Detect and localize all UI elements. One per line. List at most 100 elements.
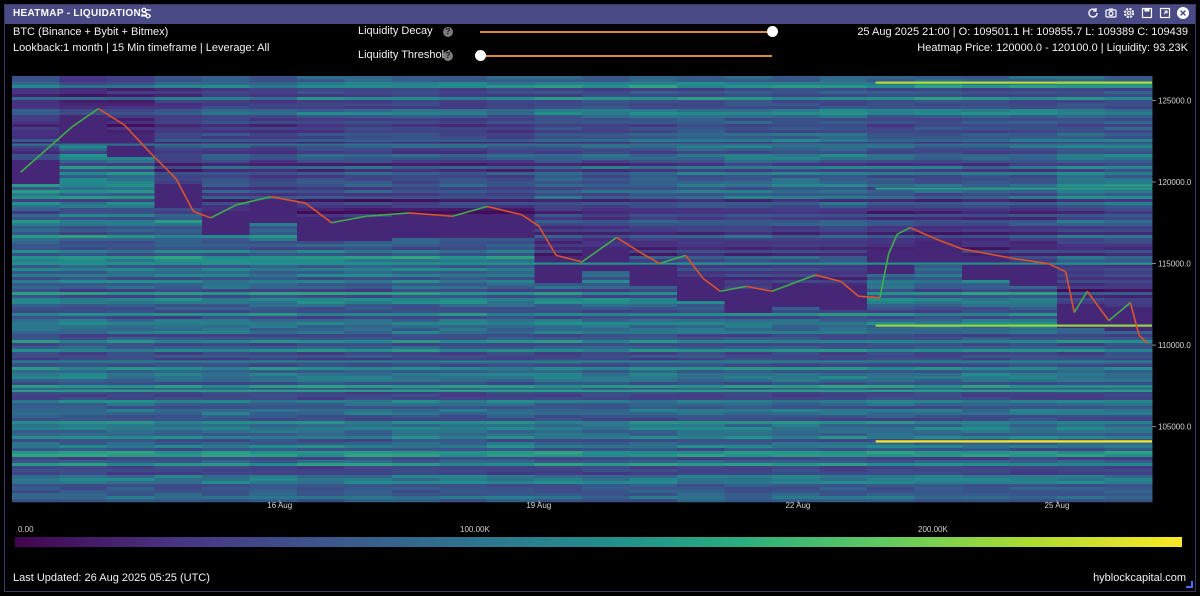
heat-cell: [677, 265, 725, 269]
heat-cell: [962, 463, 1010, 467]
heat-cell: [582, 181, 630, 185]
heat-cell: [914, 457, 963, 461]
heat-cell: [582, 130, 630, 134]
heat-cell: [392, 130, 440, 134]
heat-cell: [297, 325, 345, 329]
heat-cell: [154, 160, 203, 164]
heat-cell: [772, 151, 820, 155]
heat-cell: [914, 418, 963, 422]
heat-cell: [1009, 400, 1058, 404]
heat-cell: [629, 478, 678, 482]
heat-cell: [772, 334, 820, 338]
heat-cell: [582, 274, 630, 278]
heat-cell: [724, 97, 773, 101]
heat-cell: [724, 130, 773, 134]
heat-cell: [962, 97, 1010, 101]
heat-cell: [962, 211, 1010, 215]
heat-cell: [772, 97, 820, 101]
heat-cell: [59, 274, 108, 278]
heat-cell: [772, 118, 820, 122]
heat-cell: [297, 76, 345, 80]
heat-cell: [202, 223, 250, 227]
heat-cell: [344, 112, 393, 116]
heat-cell: [487, 91, 535, 95]
heat-cell: [914, 469, 963, 473]
resize-handle[interactable]: [1186, 581, 1193, 588]
heat-cell: [534, 409, 583, 413]
heat-cell: [487, 304, 535, 308]
heat-cell: [724, 139, 773, 143]
heat-cell: [1057, 229, 1105, 233]
heat-cell: [1057, 253, 1105, 257]
heat-cell: [107, 151, 155, 155]
heat-cell: [962, 160, 1010, 164]
heat-cell: [202, 259, 250, 263]
brand-link[interactable]: hyblockcapital.com: [1093, 572, 1186, 584]
heat-cell: [1057, 412, 1105, 416]
heat-cell: [344, 439, 393, 443]
heat-cell: [867, 127, 915, 131]
heat-cell: [12, 112, 60, 116]
liquidation-heatmap-chart[interactable]: 125000.0120000.0115000.0110000.0105000.0…: [0, 0, 1200, 520]
heat-cell: [249, 448, 298, 452]
heat-cell: [202, 250, 250, 254]
heat-cell: [724, 211, 773, 215]
heat-cell: [772, 238, 820, 242]
heat-cell: [772, 223, 820, 227]
heat-cell: [297, 334, 345, 338]
heat-cell: [154, 292, 203, 296]
heat-cell: [249, 154, 298, 158]
heat-cell: [962, 223, 1010, 227]
heat-cell: [12, 490, 60, 494]
heat-cell: [297, 271, 345, 275]
heat-cell: [629, 202, 678, 206]
heat-cell: [439, 280, 488, 284]
heat-cell: [202, 496, 250, 500]
heat-cell: [629, 151, 678, 155]
heat-cell: [914, 475, 963, 479]
heat-cell: [154, 166, 203, 170]
heat-cell: [629, 472, 678, 476]
heat-cell: [439, 247, 488, 251]
heat-cell: [677, 259, 725, 263]
heat-cell: [439, 220, 488, 224]
heat-cell: [59, 433, 108, 437]
heat-cell: [439, 481, 488, 485]
heat-cell: [1009, 181, 1058, 185]
heat-cell: [344, 379, 393, 383]
heat-cell: [439, 424, 488, 428]
heat-cell: [487, 232, 535, 236]
heat-cell: [487, 106, 535, 110]
heat-cell: [12, 295, 60, 299]
heat-cell: [439, 346, 488, 350]
heat-cell: [439, 472, 488, 476]
heat-cell: [1057, 478, 1105, 482]
heat-cell: [107, 292, 155, 296]
heat-cell: [297, 415, 345, 419]
heat-cell: [962, 379, 1010, 383]
heat-cell: [344, 418, 393, 422]
heat-cell: [344, 76, 393, 80]
heat-cell: [202, 397, 250, 401]
heat-cell: [629, 451, 678, 455]
heat-cell: [297, 406, 345, 410]
heat-cell: [867, 436, 915, 440]
heat-cell: [202, 412, 250, 416]
heat-cell: [439, 166, 488, 170]
heat-cell: [154, 241, 203, 245]
heat-cell: [392, 112, 440, 116]
heat-cell: [1057, 442, 1105, 446]
heat-cell: [1009, 88, 1058, 92]
heat-cell: [12, 415, 60, 419]
heat-cell: [202, 346, 250, 350]
heat-cell: [534, 448, 583, 452]
heat-cell: [344, 169, 393, 173]
heat-cell: [107, 232, 155, 236]
heat-cell: [1104, 124, 1153, 128]
heat-cell: [867, 331, 915, 335]
heat-cell: [914, 184, 963, 188]
heat-cell: [962, 229, 1010, 233]
heat-cell: [439, 88, 488, 92]
heat-cell: [1104, 493, 1153, 497]
heat-cell: [59, 427, 108, 431]
